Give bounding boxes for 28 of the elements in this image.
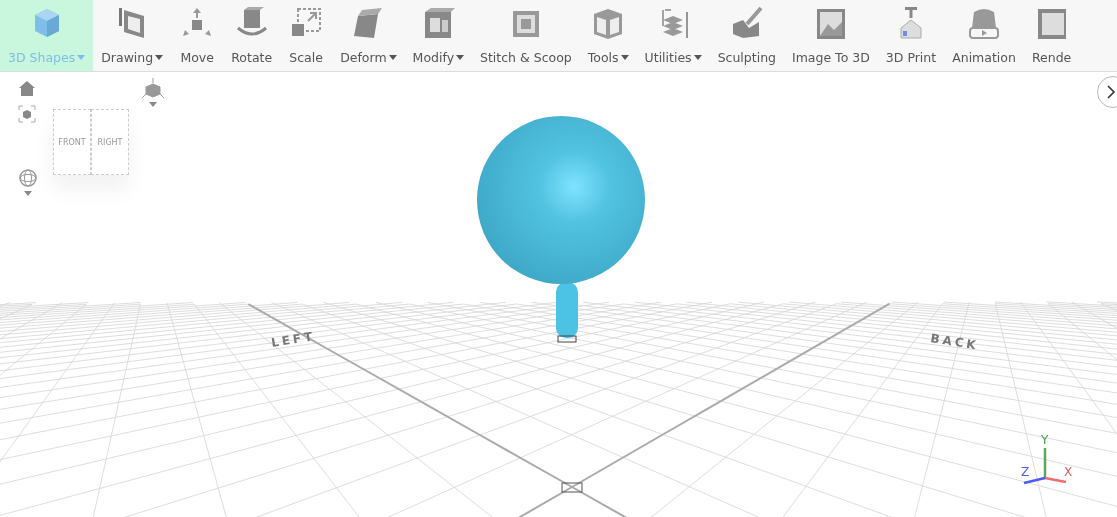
cube-face-label: FRONT — [58, 137, 86, 147]
view-mode-icon[interactable] — [142, 78, 164, 108]
toolbar-button[interactable]: 3D Print — [877, 0, 945, 71]
toolbar-button[interactable]: Sculpting — [709, 0, 784, 71]
grid-label: LEFT — [270, 329, 317, 350]
toolbar-button[interactable]: Modify — [404, 0, 473, 71]
toolbar-button[interactable]: Stitch & Scoop — [472, 0, 580, 71]
toolbar-button[interactable]: Utilities — [636, 0, 710, 71]
cube-face-label: RIGHT — [97, 137, 123, 147]
toolbar-button[interactable]: Animation — [944, 0, 1024, 71]
toolbar-button[interactable]: Rende — [1023, 0, 1080, 71]
orbit-icon[interactable] — [18, 168, 38, 198]
home-icon[interactable] — [19, 80, 35, 96]
axis-label: X — [1064, 465, 1073, 479]
toolbar-button[interactable]: Image To 3D — [784, 0, 878, 71]
chevron-icon — [1106, 85, 1116, 99]
toolbar-button[interactable]: Deform — [332, 0, 405, 71]
axis-label: Y — [1041, 433, 1049, 447]
fit-view-icon[interactable] — [18, 105, 36, 123]
grid-label: BACK — [929, 331, 980, 353]
toolbar-button[interactable]: Rotate — [223, 0, 281, 71]
toolbar-button[interactable]: Drawing — [93, 0, 172, 71]
toolbar-button[interactable]: Tools — [579, 0, 637, 71]
toolbar-button[interactable]: Move — [171, 0, 224, 71]
center-marker-icon — [561, 482, 583, 493]
toolbar-button[interactable]: Scale — [280, 0, 333, 71]
base-marker-icon — [557, 335, 577, 343]
axis-label: Z — [1021, 465, 1030, 479]
